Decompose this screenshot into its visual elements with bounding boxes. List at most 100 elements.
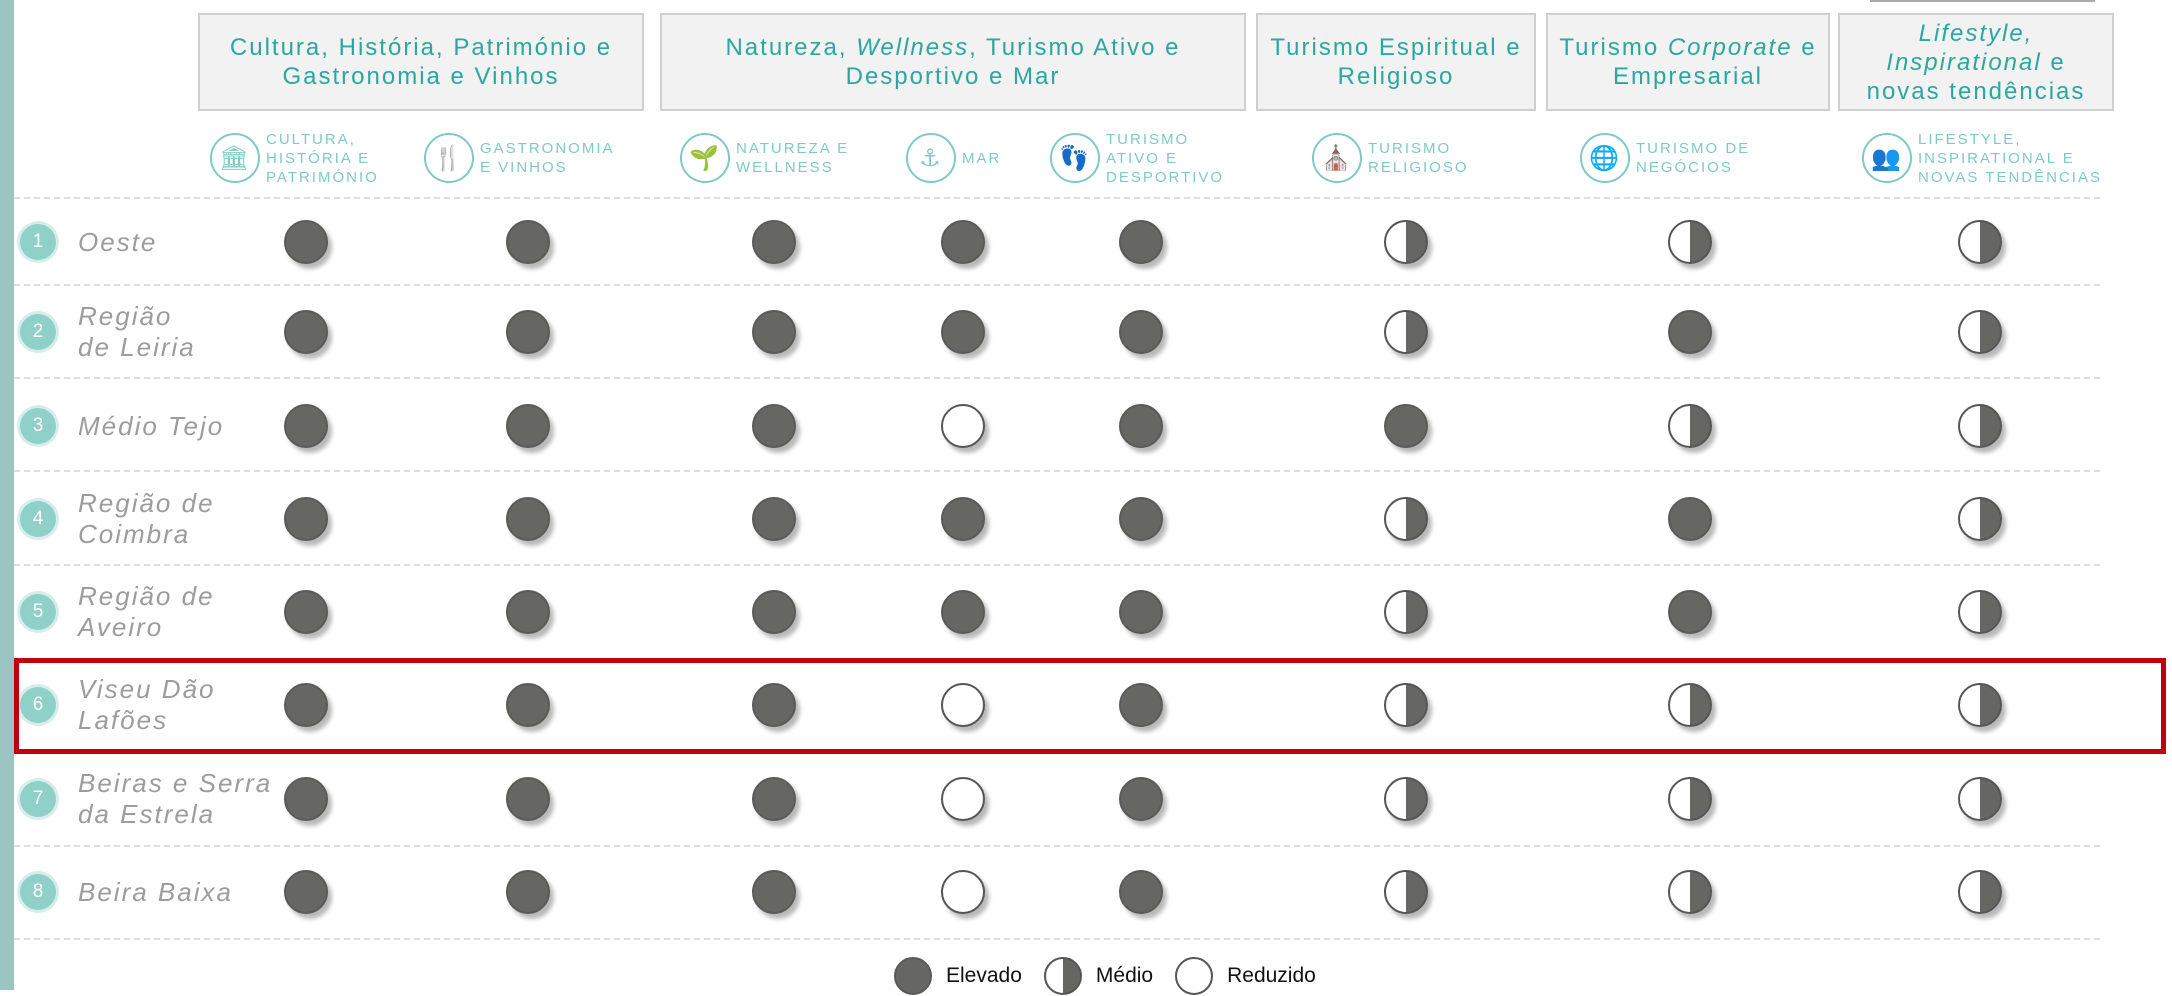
rating-dot-elevado	[1119, 590, 1163, 634]
legend-label: Médio	[1095, 964, 1154, 987]
rating-dot-reduzido	[941, 777, 985, 821]
rating-dot-medio	[1384, 310, 1428, 354]
rating-dot-medio	[1958, 310, 2002, 354]
subcategory-label: Lifestyle, inspirational e novas tendênc…	[1918, 130, 2102, 186]
subcategory-label: Turismo religioso	[1368, 140, 1469, 176]
region-name: Beiras e Serra da Estrela	[78, 768, 273, 829]
globe-icon: 🌐	[1580, 133, 1630, 183]
region-name: Região de Aveiro	[78, 581, 215, 642]
rating-dot-reduzido	[941, 870, 985, 914]
rating-dot-medio	[1958, 497, 2002, 541]
region-number-badge: 7	[20, 781, 56, 817]
top-divider	[1870, 0, 2095, 2]
museum-icon: 🏛	[210, 133, 260, 183]
rating-dot-elevado	[752, 220, 796, 264]
rating-dot-elevado	[941, 497, 985, 541]
subcategory-7: 🌐 Turismo de negócios	[1580, 122, 1750, 194]
row-separator	[14, 470, 2100, 472]
region-number-badge: 3	[20, 408, 56, 444]
legend-dot-reduzido	[1175, 957, 1214, 995]
rating-dot-elevado	[1119, 310, 1163, 354]
rating-dot-elevado	[1668, 310, 1712, 354]
row-separator	[14, 284, 2100, 286]
rating-dot-elevado	[752, 590, 796, 634]
rating-dot-medio	[1384, 590, 1428, 634]
rating-dot-elevado	[752, 497, 796, 541]
row-separator	[14, 938, 2100, 940]
rating-dot-elevado	[284, 777, 328, 821]
rating-dot-elevado	[284, 310, 328, 354]
highlighted-row-frame	[14, 658, 2166, 754]
region-number-badge: 8	[20, 874, 56, 910]
rating-dot-medio	[1958, 220, 2002, 264]
row-separator	[14, 197, 2100, 199]
subcategory-3: 🌱 Natureza e wellness	[680, 122, 849, 194]
row-separator	[14, 377, 2100, 379]
subcategory-label: Gastronomia e vinhos	[480, 140, 615, 176]
region-number-badge: 4	[20, 501, 56, 537]
region-name: Oeste	[78, 226, 158, 257]
rating-dot-elevado	[941, 310, 985, 354]
rating-dot-elevado	[1384, 404, 1428, 448]
subcategory-6: ⛪ Turismo religioso	[1312, 122, 1469, 194]
rating-dot-elevado	[752, 310, 796, 354]
group-header-1: Cultura, História, Património e Gastrono…	[198, 13, 644, 111]
rating-dot-reduzido	[941, 404, 985, 448]
region-number-badge: 5	[20, 594, 56, 630]
rating-dot-elevado	[506, 870, 550, 914]
rating-dot-elevado	[506, 590, 550, 634]
rating-dot-medio	[1668, 777, 1712, 821]
church-icon: ⛪	[1312, 133, 1362, 183]
rating-dot-medio	[1668, 220, 1712, 264]
rating-dot-elevado	[1119, 220, 1163, 264]
subcategory-4: ⚓ Mar	[906, 122, 1001, 194]
rating-dot-elevado	[284, 404, 328, 448]
region-name: Médio Tejo	[78, 410, 225, 441]
region-number-badge: 2	[20, 314, 56, 350]
subcategory-label: Natureza e wellness	[736, 140, 850, 176]
rating-dot-medio	[1958, 590, 2002, 634]
legend-item-medio: Médio	[1043, 957, 1154, 995]
anchor-icon: ⚓	[906, 133, 956, 183]
legend-dot-elevado	[894, 957, 932, 995]
subcategory-1: 🏛 Cultura, história e património	[210, 122, 379, 194]
rating-dot-elevado	[1668, 590, 1712, 634]
subcategory-label: Mar	[962, 149, 1002, 167]
rating-dot-elevado	[1119, 497, 1163, 541]
legend-item-reduzido: Reduzido	[1175, 957, 1316, 995]
sprout-icon: 🌱	[680, 133, 730, 183]
legend: Elevado Médio Reduzido	[894, 956, 1338, 996]
row-separator	[14, 845, 2100, 847]
rating-dot-elevado	[1668, 497, 1712, 541]
rating-dot-elevado	[284, 497, 328, 541]
rating-dot-elevado	[284, 870, 328, 914]
subcategory-label: Turismo de negócios	[1636, 140, 1751, 176]
group-header-4: Turismo Corporate e Empresarial	[1546, 13, 1830, 111]
rating-dot-elevado	[941, 590, 985, 634]
region-name: Beira Baixa	[78, 876, 233, 907]
legend-dot-medio	[1043, 957, 1082, 995]
region-name: Região de Leiria	[78, 301, 196, 362]
row-separator	[14, 564, 2100, 566]
subcategory-5: 👣 Turismo ativo e desportivo	[1050, 122, 1224, 194]
rating-dot-medio	[1958, 870, 2002, 914]
region-number-badge: 1	[20, 224, 56, 260]
rating-dot-elevado	[1119, 404, 1163, 448]
rating-dot-medio	[1384, 497, 1428, 541]
rating-dot-medio	[1958, 404, 2002, 448]
rating-dot-elevado	[284, 590, 328, 634]
rating-dot-elevado	[506, 497, 550, 541]
rating-dot-medio	[1668, 870, 1712, 914]
rating-dot-medio	[1384, 870, 1428, 914]
subcategory-label: Cultura, história e património	[266, 130, 379, 186]
rating-dot-elevado	[506, 220, 550, 264]
legend-label: Elevado	[946, 964, 1022, 987]
rating-dot-elevado	[1119, 870, 1163, 914]
rating-dot-medio	[1384, 777, 1428, 821]
subcategory-8: 👥 Lifestyle, inspirational e novas tendên…	[1862, 122, 2102, 194]
rating-dot-elevado	[506, 404, 550, 448]
rating-dot-medio	[1958, 777, 2002, 821]
rating-dot-elevado	[941, 220, 985, 264]
group-header-3: Turismo Espiritual e Religioso	[1256, 13, 1536, 111]
subcategory-2: 🍴 Gastronomia e vinhos	[424, 122, 615, 194]
